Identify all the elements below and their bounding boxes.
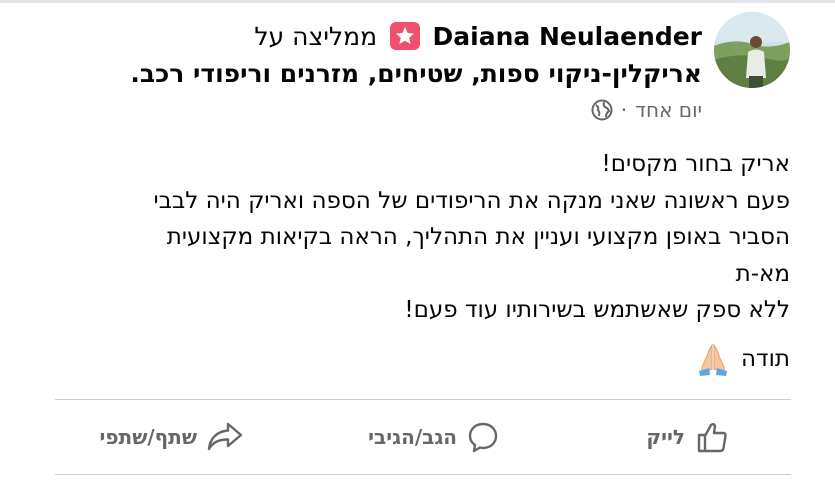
- post-body: אריק בחור מקסים! פעם ראשונה שאני מנקה את…: [30, 146, 790, 329]
- author-name[interactable]: Daiana Neulaender: [433, 22, 702, 51]
- post-line: ללא ספק שאשתמש בשירותיו עוד פעם!: [404, 297, 790, 323]
- thumbs-up-icon: [697, 423, 727, 453]
- meta-separator: ·: [620, 98, 628, 122]
- like-label: לייק: [646, 425, 685, 449]
- recommend-icon: [389, 22, 420, 50]
- share-button[interactable]: שתף/שתפי: [100, 400, 244, 474]
- like-button[interactable]: לייק: [646, 400, 729, 474]
- thanks-text: תודה: [741, 346, 790, 372]
- page-name[interactable]: אריקלין-ניקוי ספות, שטיחים, מזרנים וריפו…: [130, 59, 702, 88]
- post-actions: לייק הגב/הגיבי שתף/שתפי: [55, 400, 791, 474]
- post-line: הסביר באופן מקצועי ועניין את התהליך, הרא…: [166, 224, 790, 250]
- comment-label: הגב/הגיבי: [368, 425, 457, 449]
- top-divider: [0, 0, 835, 3]
- post-meta: יום אחד ·: [591, 98, 702, 122]
- actions-bottom-divider: [55, 474, 791, 475]
- globe-icon[interactable]: [591, 99, 613, 121]
- timestamp[interactable]: יום אחד: [635, 98, 702, 122]
- post-line: פעם ראשונה שאני מנקה את הריפודים של הספה…: [153, 187, 790, 214]
- comment-icon: [468, 422, 498, 453]
- post-line: מא-ת: [735, 260, 790, 287]
- post-line: אריק בחור מקסים!: [601, 151, 790, 177]
- comment-button[interactable]: הגב/הגיבי: [368, 400, 499, 474]
- thanks-line: תודה: [695, 341, 790, 377]
- share-icon: [207, 422, 243, 451]
- folded-hands-icon: [699, 343, 728, 376]
- recommends-text: ממליצה על: [254, 22, 378, 51]
- avatar[interactable]: [714, 12, 790, 88]
- post-header: Daiana Neulaender ממליצה על אריקלין-ניקו…: [102, 18, 702, 92]
- share-label: שתף/שתפי: [99, 425, 198, 449]
